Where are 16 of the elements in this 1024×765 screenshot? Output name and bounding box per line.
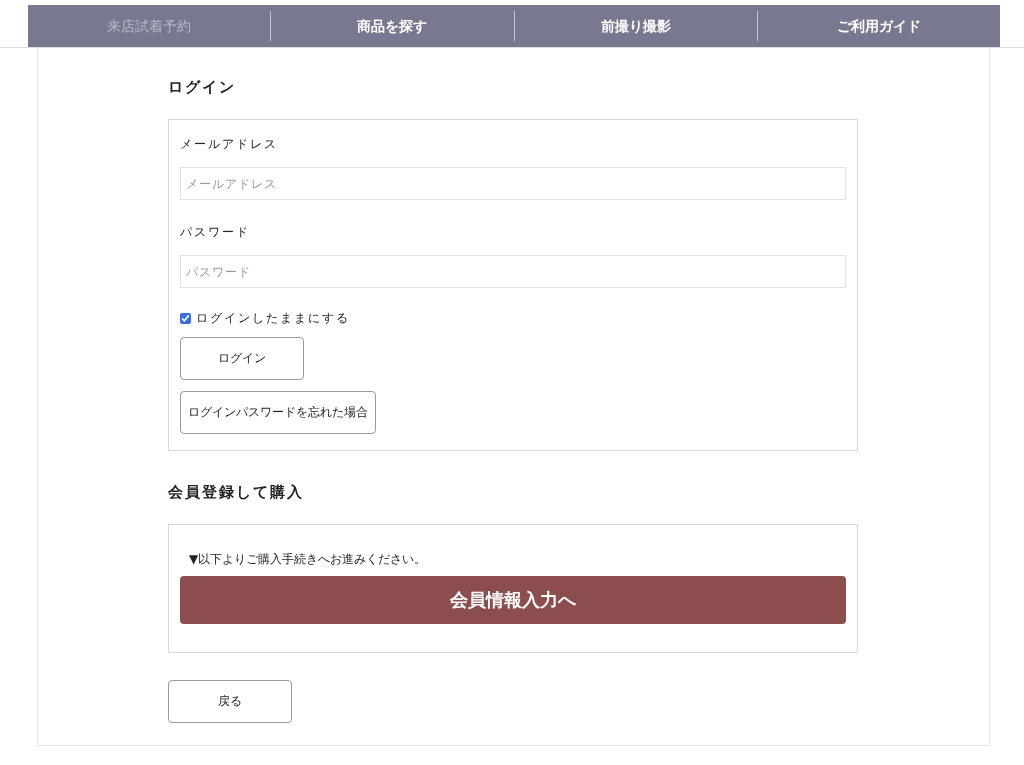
member-info-button[interactable]: 会員情報入力へ <box>180 576 846 624</box>
instruction-text: ▼以下よりご購入手続きへお進みください。 <box>189 551 427 568</box>
back-button[interactable]: 戻る <box>168 680 292 723</box>
section-heading: 会員登録して購入 <box>168 483 305 502</box>
checkbox-label: ログインしたままにする <box>196 310 350 327</box>
nav-link[interactable]: 商品を探す <box>270 11 514 41</box>
nav-link[interactable]: ご利用ガイド <box>756 11 1000 41</box>
input-field[interactable]: メールアドレス <box>180 167 846 200</box>
section-heading: ログイン <box>168 78 237 97</box>
remember-checkbox[interactable] <box>180 313 191 324</box>
field-label: パスワード <box>180 224 250 241</box>
login-button[interactable]: ログイン <box>180 337 304 380</box>
field-label: メールアドレス <box>180 136 278 153</box>
input-field[interactable]: パスワード <box>180 255 846 288</box>
forgot-password-button[interactable]: ログインパスワードを忘れた場合 <box>180 391 376 434</box>
nav-link[interactable]: 前撮り撮影 <box>513 11 757 41</box>
